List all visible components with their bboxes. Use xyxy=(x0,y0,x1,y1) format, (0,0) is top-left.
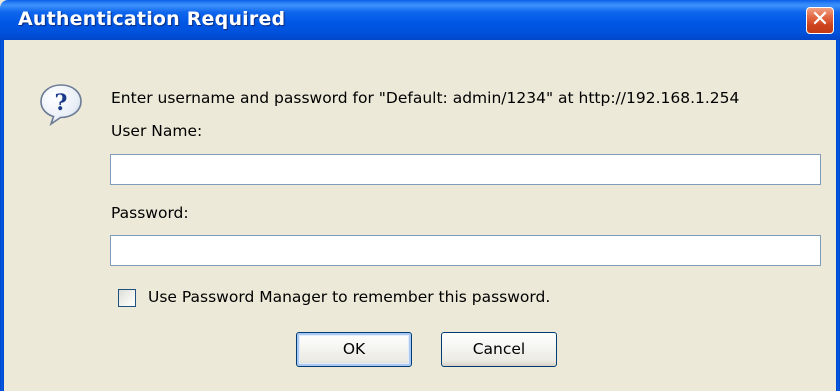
close-icon: ✕ xyxy=(810,7,830,32)
title-bar[interactable]: Authentication Required ✕ xyxy=(0,0,840,40)
window-title: Authentication Required xyxy=(18,8,286,30)
password-label: Password: xyxy=(111,204,189,222)
username-label: User Name: xyxy=(111,122,203,140)
password-input[interactable] xyxy=(110,235,821,266)
window-frame-left xyxy=(0,40,4,391)
question-mark-speech-bubble-icon: ? xyxy=(40,84,82,126)
cancel-button[interactable]: Cancel xyxy=(441,332,557,367)
ok-button[interactable]: OK xyxy=(296,332,412,367)
auth-prompt-text: Enter username and password for "Default… xyxy=(111,89,740,107)
remember-password-label[interactable]: Use Password Manager to remember this pa… xyxy=(148,288,550,306)
username-input[interactable] xyxy=(110,154,821,185)
auth-dialog-window: Authentication Required ✕ ? Enter userna… xyxy=(0,0,840,391)
remember-password-checkbox[interactable] xyxy=(118,289,136,307)
window-frame-right xyxy=(836,40,840,391)
close-button[interactable]: ✕ xyxy=(806,7,834,34)
svg-text:?: ? xyxy=(55,90,68,116)
